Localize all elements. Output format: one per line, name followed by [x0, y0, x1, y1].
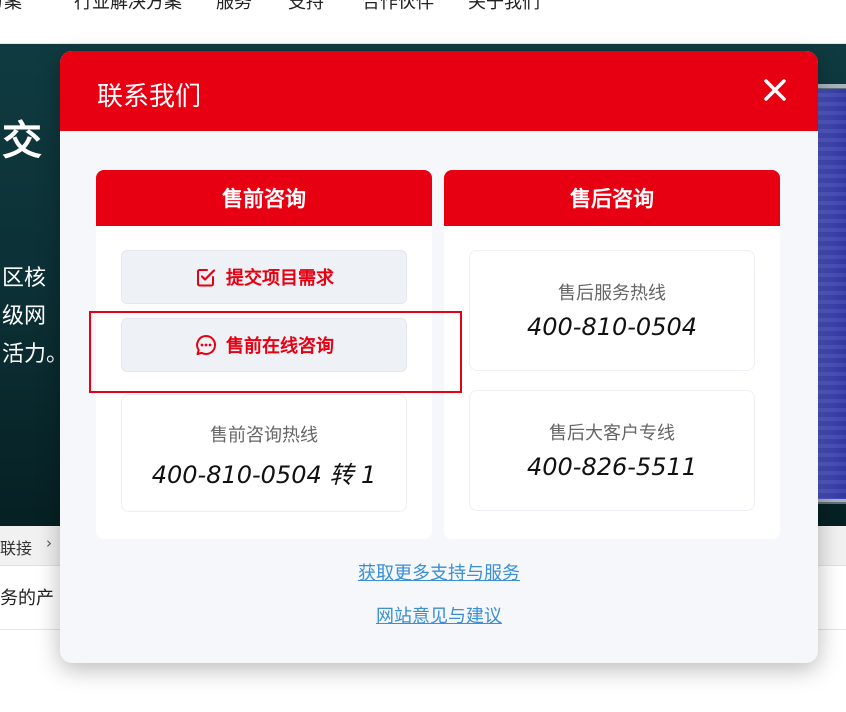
- aftersales-vip-label: 售后大客户专线: [549, 423, 675, 444]
- aftersales-service-label: 售后服务热线: [558, 283, 666, 304]
- intro-text: 务的产: [0, 588, 54, 609]
- modal-title: 联系我们: [97, 82, 202, 112]
- hero-text-line: 级网: [2, 304, 47, 329]
- presales-hotline-label: 售前咨询热线: [210, 425, 318, 446]
- close-button[interactable]: [760, 75, 790, 105]
- chat-bubble-icon: [196, 335, 217, 355]
- aftersales-panel: 售后咨询 售后服务热线 400-810-0504 售后大客户专线 400-826…: [444, 170, 780, 539]
- contact-us-modal: 联系我们 售前咨询 提交项目需求 售前在线咨询 售前咨询热线 400-810-0…: [60, 51, 818, 663]
- nav-item-industry-solutions[interactable]: 行业解决方案: [74, 0, 182, 14]
- top-navigation: 方案 行业解决方案 服务 支持 合作伙伴 关于我们: [0, 0, 846, 44]
- breadcrumb-item[interactable]: 联接: [0, 535, 32, 559]
- aftersales-header: 售后咨询: [444, 170, 780, 226]
- aftersales-vip-card: 售后大客户专线 400-826-5511: [469, 390, 755, 511]
- edit-checkbox-icon: [197, 269, 216, 287]
- nav-item-solutions[interactable]: 方案: [0, 0, 22, 14]
- nav-item-support[interactable]: 支持: [288, 0, 324, 14]
- presales-online-chat-label: 售前在线咨询: [226, 336, 334, 357]
- close-icon: [764, 79, 786, 101]
- modal-header: 联系我们: [60, 51, 818, 131]
- presales-hotline-card: 售前咨询热线 400-810-0504 转 1: [121, 394, 407, 512]
- aftersales-vip-number[interactable]: 400-826-5511: [470, 453, 754, 481]
- more-support-link[interactable]: 获取更多支持与服务: [60, 559, 818, 585]
- submit-project-request-label: 提交项目需求: [226, 268, 334, 289]
- hero-title: 交: [2, 118, 42, 164]
- hero-text-line: 区核: [2, 266, 47, 291]
- aftersales-service-number[interactable]: 400-810-0504: [470, 313, 754, 341]
- nav-item-about[interactable]: 关于我们: [468, 0, 540, 14]
- nav-item-services[interactable]: 服务: [216, 0, 252, 14]
- submit-project-request-button[interactable]: 提交项目需求: [121, 250, 407, 304]
- presales-online-chat-button[interactable]: 售前在线咨询: [121, 318, 407, 372]
- aftersales-service-card: 售后服务热线 400-810-0504: [469, 250, 755, 371]
- hero-text-line: 活力。: [2, 342, 69, 367]
- presales-panel: 售前咨询 提交项目需求 售前在线咨询 售前咨询热线 400-810-0504 转…: [96, 170, 432, 539]
- feedback-link[interactable]: 网站意见与建议: [60, 602, 818, 628]
- presales-hotline-number[interactable]: 400-810-0504 转 1: [122, 455, 406, 490]
- nav-item-partners[interactable]: 合作伙伴: [362, 0, 434, 14]
- breadcrumb-separator: ›: [46, 534, 52, 552]
- presales-header: 售前咨询: [96, 170, 432, 226]
